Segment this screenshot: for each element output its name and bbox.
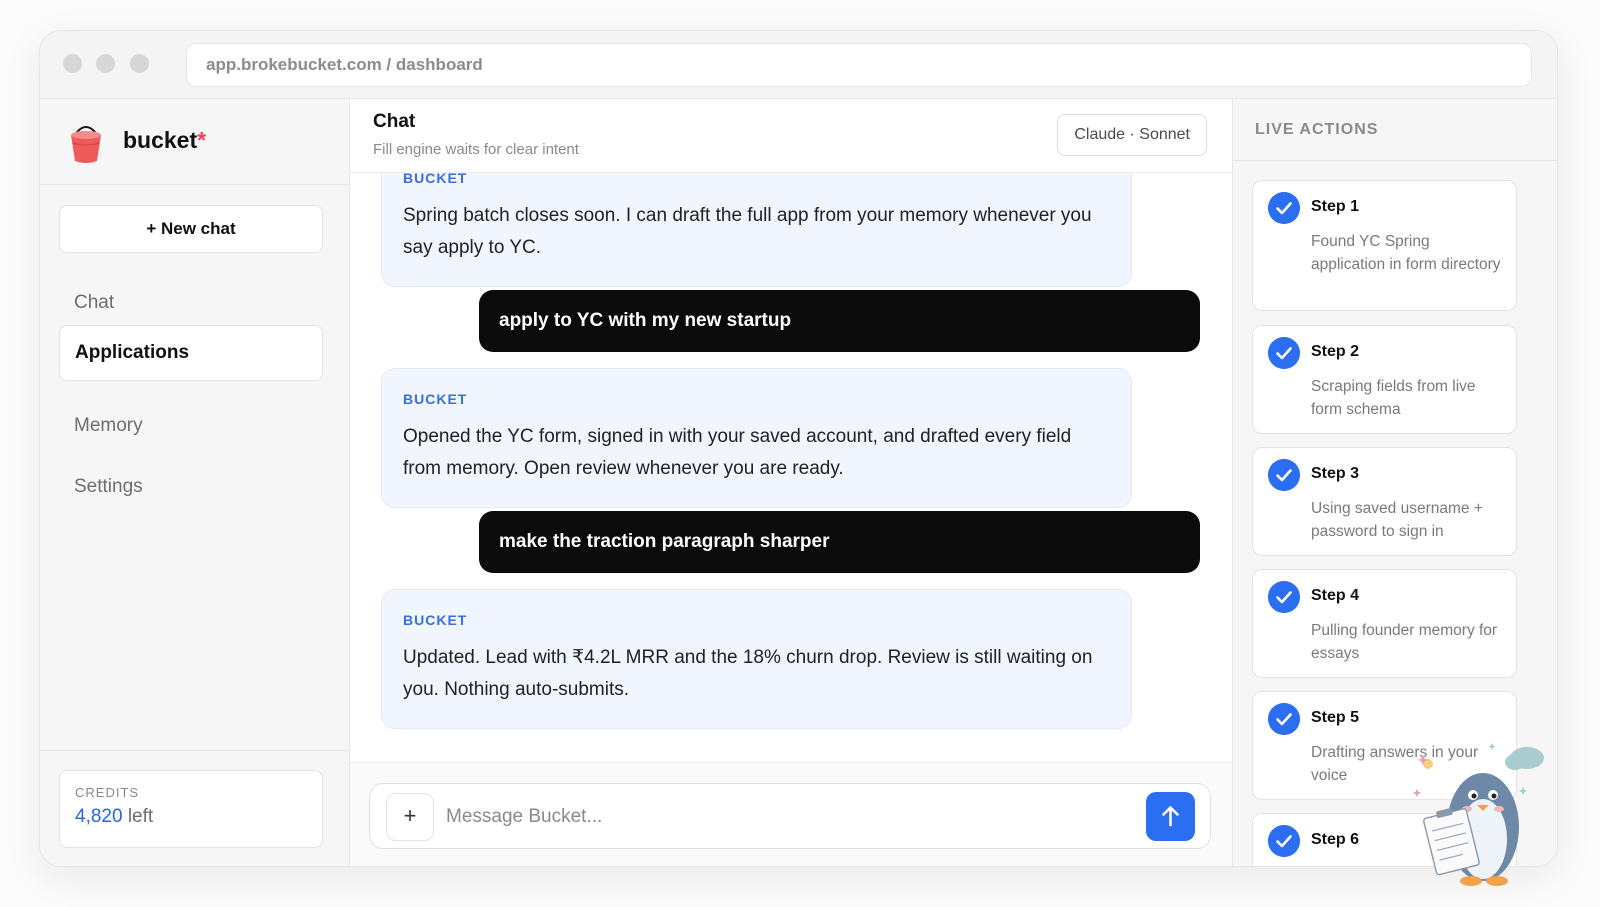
brand-name-text: bucket bbox=[123, 127, 198, 153]
bot-message-text: Opened the YC form, signed in with your … bbox=[403, 426, 1072, 479]
bot-message-label: BUCKET bbox=[403, 391, 468, 407]
user-message: make the traction paragraph sharper bbox=[479, 511, 1200, 573]
window-close-dot[interactable] bbox=[63, 54, 82, 73]
arrow-up-icon bbox=[1162, 806, 1179, 827]
attach-button[interactable]: + bbox=[386, 793, 434, 841]
browser-titlebar: app.brokebucket.com / dashboard bbox=[40, 31, 1557, 99]
step-title: Step 2 bbox=[1311, 343, 1360, 360]
sidebar-item-memory[interactable]: Memory bbox=[59, 398, 323, 454]
step-title: Step 6 bbox=[1311, 831, 1360, 848]
credits-section: CREDITS 4,820 left bbox=[40, 750, 349, 866]
step-title: Step 4 bbox=[1311, 587, 1360, 604]
step-card: Step 2 Scraping fields from live form sc… bbox=[1252, 325, 1517, 434]
sidebar-item-settings[interactable]: Settings bbox=[59, 459, 323, 515]
window-minimize-dot[interactable] bbox=[96, 54, 115, 73]
step-title: Step 5 bbox=[1311, 709, 1360, 726]
credits-number: 4,820 bbox=[75, 806, 123, 827]
new-chat-button[interactable]: + New chat bbox=[59, 205, 323, 253]
bot-message-label: BUCKET bbox=[403, 173, 468, 186]
bot-message-text: Spring batch closes soon. I can draft th… bbox=[403, 205, 1092, 258]
credits-label: CREDITS bbox=[75, 785, 140, 800]
bot-message-label: BUCKET bbox=[403, 612, 468, 628]
chat-header: Chat Fill engine waits for clear intent … bbox=[350, 99, 1232, 173]
chat-title: Chat bbox=[373, 111, 416, 132]
check-circle-icon bbox=[1268, 703, 1300, 735]
bot-message: BUCKET Opened the YC form, signed in wit… bbox=[381, 368, 1132, 508]
bot-message: BUCKET Spring batch closes soon. I can d… bbox=[381, 173, 1132, 287]
message-input[interactable] bbox=[446, 797, 1126, 837]
sidebar-item-applications[interactable]: Applications bbox=[59, 325, 323, 381]
credits-card: CREDITS 4,820 left bbox=[59, 770, 323, 848]
penguin-mascot-icon bbox=[1412, 743, 1544, 886]
credits-suffix: left bbox=[127, 806, 154, 827]
bot-message: BUCKET Updated. Lead with ₹4.2L MRR and … bbox=[381, 589, 1132, 729]
user-message: apply to YC with my new startup bbox=[479, 290, 1200, 352]
chat-panel: Chat Fill engine waits for clear intent … bbox=[350, 99, 1232, 866]
chat-subtitle: Fill engine waits for clear intent bbox=[373, 141, 579, 158]
brand-mark: * bbox=[197, 127, 207, 153]
live-actions-header: LIVE ACTIONS bbox=[1233, 99, 1557, 161]
bot-message-text: Updated. Lead with ₹4.2L MRR and the 18%… bbox=[403, 647, 1093, 700]
step-card: Step 4 Pulling founder memory for essays bbox=[1252, 569, 1517, 678]
check-circle-icon bbox=[1268, 581, 1300, 613]
url-bar[interactable]: app.brokebucket.com / dashboard bbox=[186, 43, 1532, 87]
credits-value: 4,820 left bbox=[75, 806, 307, 828]
step-description: Scraping fields from live form schema bbox=[1311, 378, 1476, 418]
app-window: app.brokebucket.com / dashboard bucket* … bbox=[39, 30, 1558, 867]
step-description: Pulling founder memory for essays bbox=[1311, 622, 1498, 662]
message-list[interactable]: BUCKET Spring batch closes soon. I can d… bbox=[350, 173, 1232, 747]
step-card: Step 1 Found YC Spring application in fo… bbox=[1252, 180, 1517, 311]
sidebar: bucket* + New chat Chat Applications Mem… bbox=[40, 99, 350, 866]
bucket-logo-icon bbox=[71, 126, 101, 163]
composer-section: + bbox=[350, 762, 1232, 866]
check-circle-icon bbox=[1268, 459, 1300, 491]
brand-name: bucket* bbox=[123, 127, 206, 154]
step-card: Step 3 Using saved username + password t… bbox=[1252, 447, 1517, 556]
live-actions-title: LIVE ACTIONS bbox=[1255, 121, 1379, 138]
check-circle-icon bbox=[1268, 192, 1300, 224]
step-description: Found YC Spring application in form dire… bbox=[1311, 233, 1501, 273]
step-description: Using saved username + password to sign … bbox=[1311, 500, 1483, 540]
sidebar-item-chat[interactable]: Chat bbox=[59, 275, 323, 331]
check-circle-icon bbox=[1268, 825, 1300, 857]
step-title: Step 1 bbox=[1311, 198, 1360, 215]
step-title: Step 3 bbox=[1311, 465, 1360, 482]
send-button[interactable] bbox=[1146, 792, 1195, 841]
model-selector-button[interactable]: Claude · Sonnet bbox=[1057, 114, 1207, 156]
brand-header: bucket* bbox=[40, 99, 349, 185]
check-circle-icon bbox=[1268, 337, 1300, 369]
window-maximize-dot[interactable] bbox=[130, 54, 149, 73]
composer: + bbox=[369, 783, 1211, 849]
